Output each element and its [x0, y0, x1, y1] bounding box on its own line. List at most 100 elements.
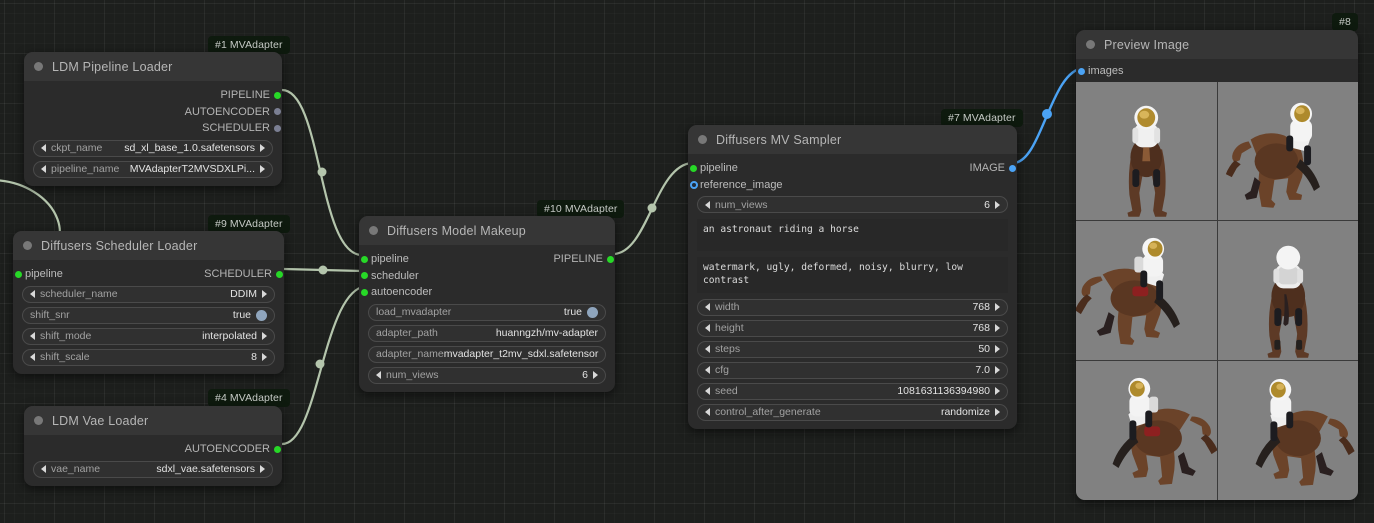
widget-control-after-generate[interactable]: control_after_generate randomize [697, 403, 1008, 421]
decrement-arrow-icon[interactable] [376, 371, 381, 379]
output-dot-pipeline-icon[interactable] [606, 255, 614, 263]
increment-arrow-icon[interactable] [995, 345, 1000, 354]
widget-adapter-name[interactable]: adapter_name mvadapter_t2mv_sdxl.safeten… [368, 345, 606, 363]
node-title-bar[interactable]: Diffusers Scheduler Loader [13, 231, 284, 260]
input-slot-scheduler[interactable]: scheduler [359, 268, 615, 285]
widget-value[interactable]: interpolated [202, 330, 257, 342]
collapse-icon[interactable] [34, 62, 43, 71]
node-diffusers-model-makeup[interactable]: Diffusers Model Makeup pipeline PIPELINE… [359, 216, 615, 392]
node-ldm-pipeline-loader[interactable]: LDM Pipeline Loader PIPELINE AUTOENCODER… [24, 52, 282, 186]
widget-cfg[interactable]: cfg 7.0 [697, 361, 1008, 379]
node-title-bar[interactable]: Preview Image [1076, 30, 1358, 59]
node-diffusers-scheduler-loader[interactable]: Diffusers Scheduler Loader pipeline SCHE… [13, 231, 284, 374]
widget-adapter-path[interactable]: adapter_path huanngzh/mv-adapter [368, 324, 606, 342]
decrement-arrow-icon[interactable] [30, 290, 35, 298]
preview-cell-1[interactable] [1217, 81, 1358, 221]
increment-arrow-icon[interactable] [995, 303, 1000, 312]
input-dot-pipeline-icon[interactable] [689, 164, 697, 172]
increment-arrow-icon[interactable] [262, 290, 267, 298]
decrement-arrow-icon[interactable] [705, 408, 710, 417]
widget-value[interactable]: 7.0 [975, 364, 990, 376]
collapse-icon[interactable] [23, 241, 32, 250]
widget-pipeline-name[interactable]: pipeline_name MVAdapterT2MVSDXLPi... [33, 160, 273, 178]
increment-arrow-icon[interactable] [995, 200, 1000, 209]
output-dot-autoencoder-icon[interactable] [273, 108, 281, 116]
increment-arrow-icon[interactable] [262, 353, 267, 361]
widget-scheduler-name[interactable]: scheduler_name DDIM [22, 285, 275, 303]
widget-value[interactable]: huanngzh/mv-adapter [496, 327, 598, 339]
decrement-arrow-icon[interactable] [41, 144, 46, 152]
node-title-bar[interactable]: Diffusers Model Makeup [359, 216, 615, 245]
collapse-icon[interactable] [369, 226, 378, 235]
node-diffusers-mv-sampler[interactable]: Diffusers MV Sampler pipeline IMAGE refe… [688, 125, 1017, 429]
widget-value[interactable]: sdxl_vae.safetensors [156, 463, 255, 475]
decrement-arrow-icon[interactable] [705, 387, 710, 396]
widget-value[interactable]: randomize [941, 406, 990, 418]
input-dot-pipeline-icon[interactable] [360, 255, 368, 263]
widget-ckpt-name[interactable]: ckpt_name sd_xl_base_1.0.safetensors [33, 139, 273, 157]
input-dot-images-icon[interactable] [1077, 67, 1085, 75]
decrement-arrow-icon[interactable] [705, 366, 710, 375]
input-dot-pipeline-icon[interactable] [14, 270, 22, 278]
decrement-arrow-icon[interactable] [705, 200, 710, 209]
node-title-bar[interactable]: LDM Vae Loader [24, 406, 282, 435]
preview-cell-3[interactable] [1217, 221, 1358, 360]
input-dot-autoencoder-icon[interactable] [360, 288, 368, 296]
widget-value[interactable]: sd_xl_base_1.0.safetensors [124, 142, 255, 154]
widget-value[interactable]: 768 [972, 301, 990, 313]
decrement-arrow-icon[interactable] [41, 165, 46, 173]
decrement-arrow-icon[interactable] [41, 465, 46, 473]
increment-arrow-icon[interactable] [995, 387, 1000, 396]
widget-value[interactable]: MVAdapterT2MVSDXLPi... [130, 163, 255, 175]
widget-value[interactable]: 6 [582, 369, 588, 381]
increment-arrow-icon[interactable] [995, 408, 1000, 417]
widget-seed[interactable]: seed 1081631136394980 [697, 382, 1008, 400]
widget-value[interactable]: 50 [978, 343, 990, 355]
input-slot-autoencoder[interactable]: autoencoder [359, 284, 615, 301]
collapse-icon[interactable] [1086, 40, 1095, 49]
widget-shift-mode[interactable]: shift_mode interpolated [22, 327, 275, 345]
collapse-icon[interactable] [698, 135, 707, 144]
output-dot-image-icon[interactable] [1008, 164, 1016, 172]
widget-value[interactable]: 6 [984, 199, 990, 211]
output-slot-autoencoder[interactable]: AUTOENCODER [24, 104, 282, 121]
node-title-bar[interactable]: LDM Pipeline Loader [24, 52, 282, 81]
preview-cell-0[interactable] [1076, 81, 1217, 221]
widget-value[interactable]: mvadapter_t2mv_sdxl.safetensor [444, 348, 599, 360]
preview-cell-5[interactable] [1217, 360, 1358, 500]
input-slot-images[interactable]: images [1076, 63, 1358, 80]
node-ldm-vae-loader[interactable]: LDM Vae Loader AUTOENCODER vae_name sdxl… [24, 406, 282, 486]
decrement-arrow-icon[interactable] [30, 332, 35, 340]
widget-value[interactable]: 1081631136394980 [897, 385, 990, 397]
preview-cell-4[interactable] [1076, 360, 1217, 500]
widget-shift-scale[interactable]: shift_scale 8 [22, 348, 275, 366]
decrement-arrow-icon[interactable] [705, 345, 710, 354]
increment-arrow-icon[interactable] [260, 465, 265, 473]
output-dot-scheduler-icon[interactable] [275, 270, 283, 278]
increment-arrow-icon[interactable] [593, 371, 598, 379]
increment-arrow-icon[interactable] [260, 144, 265, 152]
increment-arrow-icon[interactable] [995, 366, 1000, 375]
widget-height[interactable]: height 768 [697, 319, 1008, 337]
widget-value[interactable]: DDIM [230, 288, 257, 300]
output-dot-autoencoder-icon[interactable] [273, 445, 281, 453]
output-slot-autoencoder[interactable]: AUTOENCODER [24, 441, 282, 458]
slot-row-pipeline[interactable]: pipeline PIPELINE [359, 251, 615, 268]
slot-row-pipeline-scheduler[interactable]: pipeline SCHEDULER [13, 266, 284, 283]
toggle-knob-icon[interactable] [256, 309, 267, 321]
input-dot-scheduler-icon[interactable] [360, 272, 368, 280]
preview-cell-2[interactable] [1076, 221, 1217, 360]
widget-value[interactable]: 768 [972, 322, 990, 334]
widget-shift-snr[interactable]: shift_snr true [22, 306, 275, 324]
output-slot-scheduler[interactable]: SCHEDULER [24, 120, 282, 137]
preview-image-grid[interactable] [1076, 81, 1358, 500]
widget-num-views[interactable]: num_views 6 [697, 196, 1008, 213]
output-dot-scheduler-icon[interactable] [273, 124, 281, 132]
input-slot-reference-image[interactable]: reference_image [688, 177, 1017, 194]
widget-value[interactable]: 8 [251, 351, 257, 363]
negative-prompt-textarea[interactable]: watermark, ugly, deformed, noisy, blurry… [697, 257, 1008, 293]
widget-width[interactable]: width 768 [697, 298, 1008, 316]
widget-num-views[interactable]: num_views 6 [368, 366, 606, 384]
toggle-knob-icon[interactable] [587, 306, 598, 318]
slot-row-pipeline-image[interactable]: pipeline IMAGE [688, 160, 1017, 177]
